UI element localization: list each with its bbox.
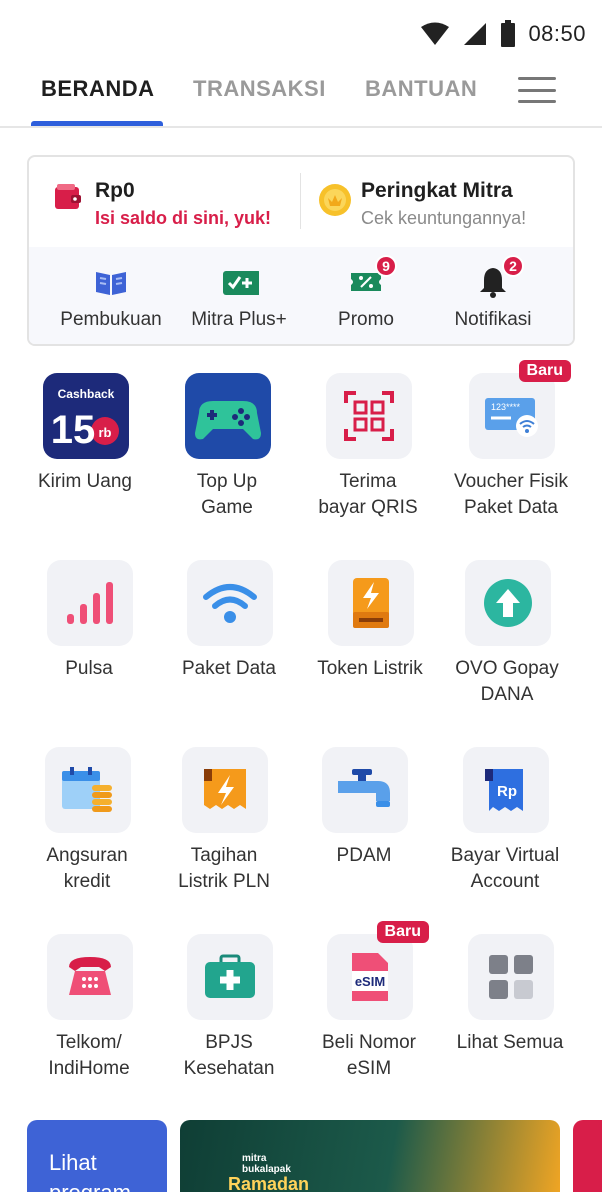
quick-action-label: Promo [338, 309, 394, 330]
medal-icon [319, 184, 351, 216]
notification-count-badge: 2 [502, 255, 524, 277]
electric-bill-icon [182, 747, 268, 833]
menu-item-label: Beli Nomor eSIM [322, 1032, 416, 1079]
program-banner[interactable]: Lihat program [27, 1120, 167, 1192]
menu-item-label: OVO Gopay DANA [455, 658, 559, 705]
tab-transaksi[interactable]: TRANSAKSI [193, 76, 326, 102]
gamepad-icon [185, 373, 271, 459]
cashback-amount: 15 [51, 408, 96, 452]
qris-scan-icon [326, 373, 412, 459]
wifi-icon [187, 560, 273, 646]
banner-title: Ramadan [228, 1174, 310, 1192]
active-tab-indicator [31, 121, 163, 126]
cashback-unit: rb [99, 425, 112, 440]
rank-hint: Cek keuntungannya! [361, 208, 527, 228]
mitra-plus-icon [223, 271, 259, 295]
menu-item-label: Lihat Semua [456, 1032, 564, 1053]
promo-ticket-icon: 9 [349, 255, 397, 299]
menu-item-label: Top Up Game [196, 471, 258, 518]
quick-action-promo[interactable]: 9 Promo [302, 247, 430, 344]
signal-bars-icon [47, 560, 133, 646]
esim-icon: eSIM Baru [327, 921, 429, 1020]
quick-action-label: Mitra Plus+ [191, 309, 287, 330]
menu-item-label: Bayar Virtual Account [450, 845, 560, 892]
banner-brand-logo: mitra bukalapak [242, 1153, 291, 1175]
status-time: 08:50 [528, 21, 586, 46]
electric-token-icon [328, 560, 414, 646]
tab-bantuan[interactable]: BANTUAN [365, 76, 477, 102]
grid-icon [468, 934, 554, 1020]
quick-action-label: Pembukuan [60, 309, 162, 330]
cell-signal-icon [464, 23, 487, 45]
menu-item-label: Voucher Fisik Paket Data [453, 471, 569, 518]
next-banner-peek[interactable] [573, 1120, 602, 1192]
wallet-card: Rp0 Isi saldo di sini, yuk! Peringkat Mi… [27, 155, 575, 346]
menu-item-label: Terima bayar QRIS [318, 471, 418, 518]
cashback-icon: Cashback 15 rb [43, 373, 129, 459]
bell-icon: 2 [476, 255, 524, 299]
menu-item-label: PDAM [336, 845, 392, 866]
menu-item-label: Kirim Uang [38, 471, 132, 492]
book-icon [96, 272, 126, 295]
quick-action-pembukuan[interactable]: Pembukuan [47, 247, 175, 344]
wallet-icon [55, 184, 81, 209]
virtual-account-icon: Rp [463, 747, 549, 833]
new-badge: Baru [376, 921, 429, 943]
menu-item-label: Paket Data [182, 658, 276, 679]
new-badge: Baru [518, 360, 571, 382]
menu-item-label: Token Listrik [317, 658, 423, 679]
quick-action-notifikasi[interactable]: 2 Notifikasi [429, 247, 557, 344]
menu-item-label: Telkom/ IndiHome [48, 1032, 130, 1079]
water-tap-icon [322, 747, 408, 833]
menu-item-label: Angsuran kredit [46, 845, 128, 892]
promo-count-badge: 9 [375, 255, 397, 277]
battery-icon [501, 20, 516, 47]
upload-arrow-icon [465, 560, 551, 646]
cashback-text: Cashback [58, 387, 115, 401]
status-bar: 08:50 [0, 0, 602, 66]
quick-action-mitra-plus[interactable]: Mitra Plus+ [175, 247, 303, 344]
wallet-summary: Rp0 Isi saldo di sini, yuk! Peringkat Mi… [29, 157, 573, 247]
voucher-card-icon: 123**** Baru [469, 360, 571, 459]
program-banner-text: Lihat program [49, 1150, 131, 1192]
wifi-status-icon [421, 22, 450, 45]
hamburger-menu-icon[interactable] [518, 77, 556, 103]
rp-symbol: Rp [497, 783, 517, 800]
calendar-coins-icon [45, 747, 131, 833]
menu-item-label: Tagihan Listrik PLN [178, 845, 270, 892]
divider [300, 173, 301, 229]
ramadan-promo-banner[interactable]: mitra bukalapak Ramadan [180, 1120, 560, 1192]
top-up-hint[interactable]: Isi saldo di sini, yuk! [95, 208, 271, 229]
telephone-icon [47, 934, 133, 1020]
top-tabs: BERANDA TRANSAKSI BANTUAN [0, 66, 602, 128]
menu-item-label: Pulsa [65, 658, 113, 679]
tab-beranda[interactable]: BERANDA [41, 76, 155, 102]
voucher-code-text: 123**** [491, 402, 521, 412]
rank-title: Peringkat Mitra [361, 179, 513, 202]
balance-amount: Rp0 [95, 179, 135, 202]
esim-text: eSIM [355, 974, 385, 989]
medical-kit-icon [187, 934, 273, 1020]
quick-actions: Pembukuan Mitra Plus+ 9 Promo 2 Notifika… [29, 247, 573, 344]
menu-item-label: BPJS Kesehatan [183, 1032, 275, 1079]
quick-action-label: Notifikasi [454, 309, 532, 330]
